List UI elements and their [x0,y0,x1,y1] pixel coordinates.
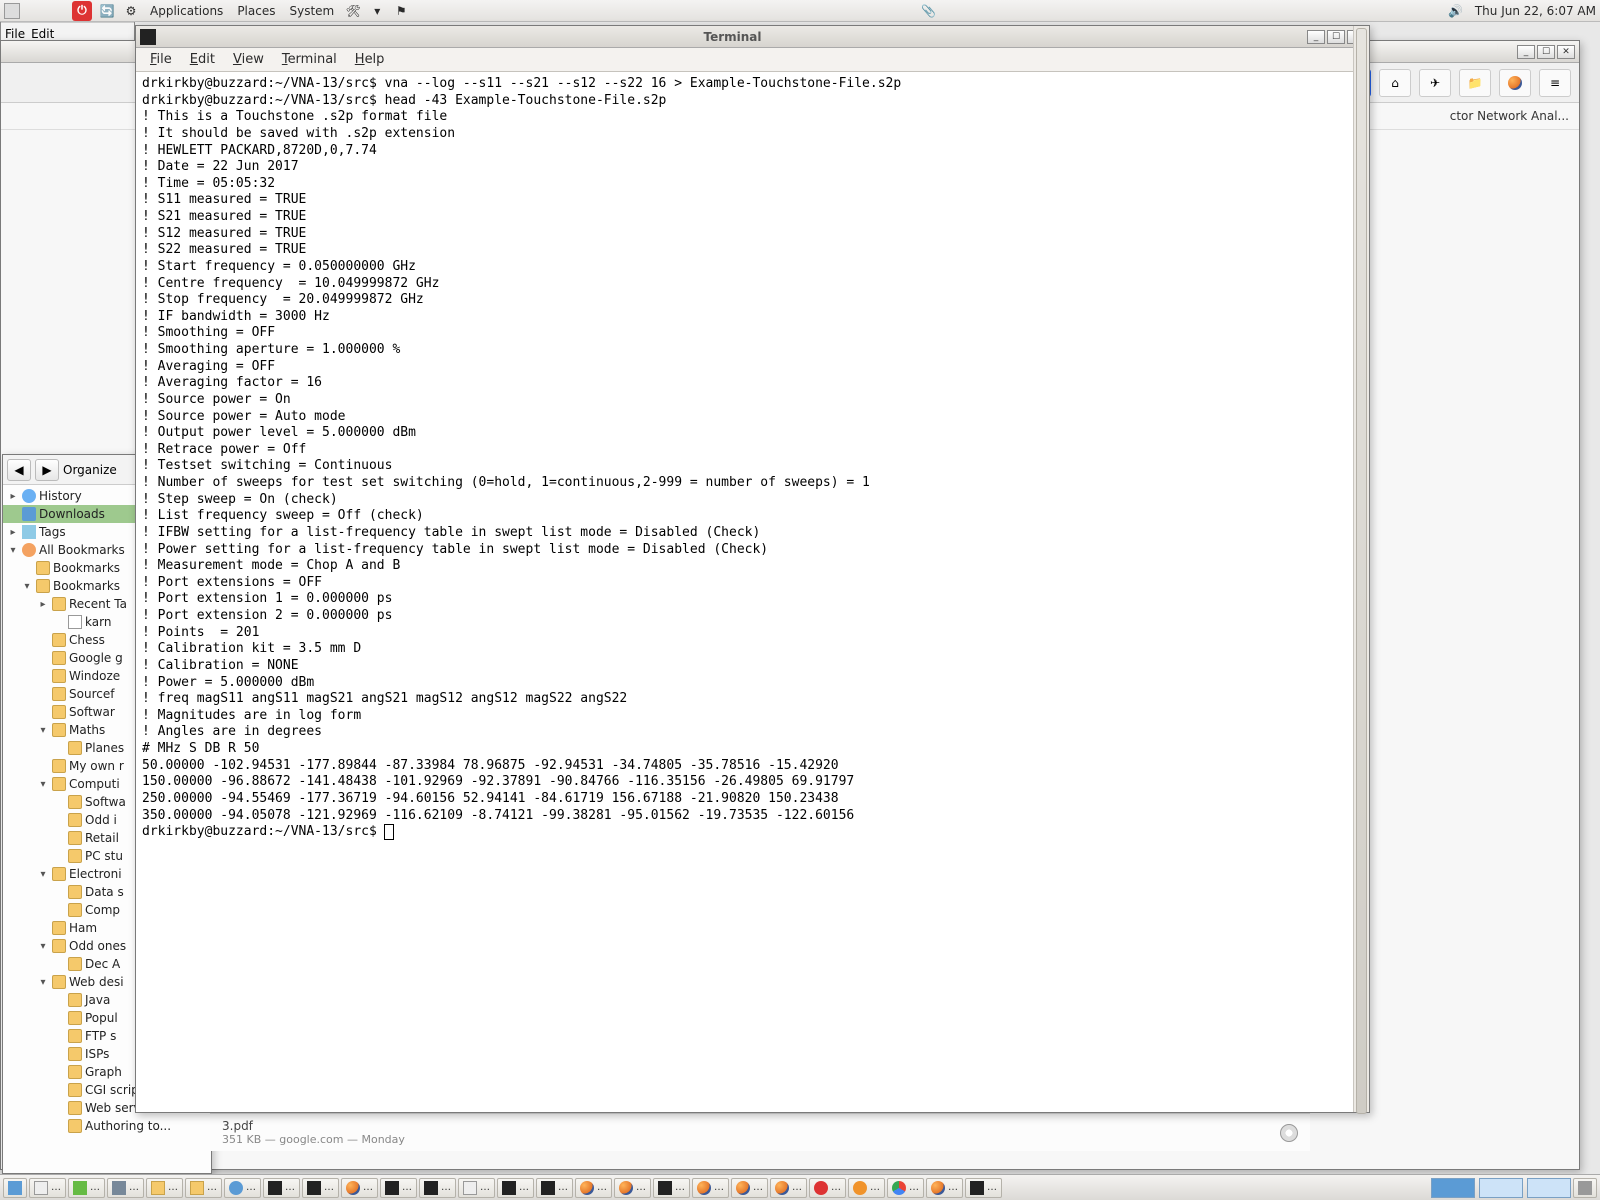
taskbar-item[interactable]: … [887,1178,924,1198]
terminal-title-icon [140,29,156,45]
taskbar-item[interactable]: … [68,1178,105,1198]
taskbar-item[interactable]: … [263,1178,300,1198]
show-desktop-button[interactable] [3,1178,27,1198]
download-filename: 3.pdf [222,1119,405,1133]
terminal-scrollbar[interactable] [1353,26,1369,1112]
back-button[interactable]: ◀ [7,459,31,481]
clock[interactable]: Thu Jun 22, 6:07 AM [1475,4,1596,18]
taskbar-item[interactable]: … [419,1178,456,1198]
workspace-3[interactable] [1527,1178,1571,1198]
terminal-menubar: File Edit View Terminal Help [136,48,1369,72]
browser-min-button[interactable]: _ [1517,45,1535,59]
terminal-min-button[interactable]: _ [1307,30,1325,44]
system-menu[interactable]: System [285,4,338,18]
gnome-top-panel: ⏻ 🔄 ⚙ Applications Places System 🛠 ▾ ⚑ 📎… [0,0,1600,22]
organize-menu[interactable]: Organize [63,463,117,477]
taskbar-item[interactable]: … [926,1178,963,1198]
mini-file-menu[interactable]: File [5,27,25,41]
taskbar-item[interactable]: … [536,1178,573,1198]
taskbar-item[interactable]: … [302,1178,339,1198]
taskbar-item[interactable]: … [965,1178,1002,1198]
tray-mid-icon[interactable]: 📎 [920,2,938,20]
cd-icon [1280,1124,1298,1142]
send-icon[interactable]: ✈ [1419,69,1451,97]
taskbar-item[interactable]: … [692,1178,729,1198]
taskbar-item[interactable]: … [848,1178,885,1198]
firefox-icon[interactable] [1499,69,1531,97]
volume-icon[interactable]: 🔊 [1447,2,1465,20]
gnome-bottom-panel: … … … … … … … … … … … … … … … … … … … … … [0,1174,1600,1200]
taskbar-item[interactable]: … [653,1178,690,1198]
window-list-applet[interactable] [4,3,20,19]
terminal-title: Terminal [160,30,1305,44]
workspace-2[interactable] [1479,1178,1523,1198]
taskbar-item[interactable]: … [224,1178,261,1198]
browser-close-button[interactable]: ✕ [1557,45,1575,59]
terminal-output[interactable]: drkirkby@buzzard:~/VNA-13/src$ vna --log… [136,72,1369,1112]
terminal-max-button[interactable]: ☐ [1327,30,1345,44]
taskbar-item[interactable]: … [731,1178,768,1198]
taskbar-item[interactable]: … [146,1178,183,1198]
taskbar-item[interactable]: … [458,1178,495,1198]
tray-icon-3[interactable]: ⚑ [392,2,410,20]
bookmark-folder-icon[interactable]: 📁 [1459,69,1491,97]
update-icon[interactable]: 🔄 [98,2,116,20]
tray-icon-1[interactable]: 🛠 [344,2,362,20]
terminal-file-menu[interactable]: File [142,50,180,69]
trash-icon[interactable] [1573,1178,1597,1198]
taskbar-item[interactable]: … [614,1178,651,1198]
browser-menu-icon[interactable]: ≡ [1539,69,1571,97]
taskbar-item[interactable]: … [380,1178,417,1198]
download-row[interactable]: 3.pdf 351 KB — google.com — Monday [210,1113,1310,1151]
mini-edit-menu[interactable]: Edit [31,27,54,41]
apps-icon[interactable]: ⚙ [122,2,140,20]
download-meta: 351 KB — google.com — Monday [222,1133,405,1146]
places-menu[interactable]: Places [233,4,279,18]
taskbar-item[interactable]: … [497,1178,534,1198]
taskbar-item[interactable]: … [809,1178,846,1198]
browser-tab-label[interactable]: ctor Network Anal... [1450,109,1569,123]
tray-icon-2[interactable]: ▾ [368,2,386,20]
terminal-view-menu[interactable]: View [225,50,272,69]
terminal-edit-menu[interactable]: Edit [182,50,223,69]
home-icon[interactable]: ⌂ [1379,69,1411,97]
applications-menu[interactable]: Applications [146,4,227,18]
taskbar-item[interactable]: … [575,1178,612,1198]
taskbar-item[interactable]: … [341,1178,378,1198]
forward-button[interactable]: ▶ [35,459,59,481]
terminal-help-menu[interactable]: Help [347,50,393,69]
terminal-cursor [385,825,393,839]
shutdown-icon[interactable]: ⏻ [72,1,92,21]
terminal-titlebar[interactable]: Terminal _ ☐ ✕ [136,26,1369,48]
taskbar-item[interactable]: … [770,1178,807,1198]
browser-max-button[interactable]: ☐ [1537,45,1555,59]
taskbar-item[interactable]: … [107,1178,144,1198]
taskbar-item[interactable]: … [185,1178,222,1198]
tree-item[interactable]: Authoring to... [3,1117,211,1135]
terminal-terminal-menu[interactable]: Terminal [274,50,345,69]
taskbar-item[interactable]: … [29,1178,66,1198]
workspace-1[interactable] [1431,1178,1475,1198]
terminal-window: Terminal _ ☐ ✕ File Edit View Terminal H… [135,25,1370,1113]
